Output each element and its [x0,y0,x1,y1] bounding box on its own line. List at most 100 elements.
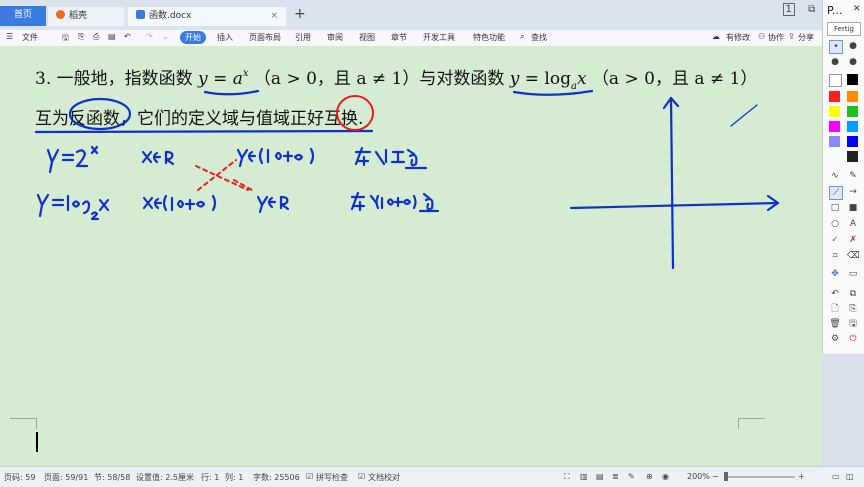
dot-xlarge-icon[interactable]: ● [847,56,859,68]
line-tool-icon[interactable]: ⟋ [829,186,843,200]
web-view-icon[interactable]: ⊕ [646,472,653,481]
status-setting[interactable]: 设置值: 2.5厘米 [136,472,194,483]
spellcheck-icon[interactable]: ☑ [306,472,313,481]
tab-home[interactable]: 首页 [0,6,46,26]
tab-document-label: 函数.docx [149,11,192,21]
move-icon[interactable]: ✥ [829,268,841,280]
badge-count[interactable]: 1 [782,3,795,16]
more-icon[interactable]: ⌄ [162,32,169,41]
ellipse-tool-icon[interactable]: ○ [829,218,841,230]
zoom-out-button[interactable]: − [712,472,719,481]
search-icon[interactable]: ⌕ [520,32,524,42]
status-words[interactable]: 字数: 25506 [253,472,300,483]
check-icon[interactable]: ✓ [829,234,841,246]
color-green[interactable] [847,106,858,117]
panel-close-icon[interactable]: ✕ [853,4,861,14]
color-cyan[interactable] [847,121,858,132]
cloud-icon: ☁ [712,32,720,41]
menu-reference[interactable]: 引用 [295,32,311,43]
pencil-icon[interactable]: ✎ [847,170,859,182]
page-corner-mark [10,418,37,429]
tab-daoke[interactable]: 稻壳 [48,7,124,26]
menu-collab[interactable]: 协作 [768,32,784,43]
status-proofread[interactable]: 文档校对 [368,472,400,483]
menu-search[interactable]: 查找 [531,32,547,43]
menu-features[interactable]: 特色功能 [473,32,505,43]
status-spellcheck[interactable]: 拼写检查 [316,472,348,483]
read-mode-icon[interactable]: ▥ [580,472,588,481]
split-view-icon[interactable]: ◫ [846,472,854,481]
exit-icon[interactable]: ⏻ [847,333,859,345]
arrow-tool-icon[interactable]: → [847,186,859,198]
tab-document[interactable]: 函数.docx × [128,7,286,26]
color-magenta[interactable] [829,121,840,132]
minus-icon[interactable]: ▭ [847,268,859,280]
dot-large-icon[interactable]: ● [829,56,841,68]
curve-tool-icon[interactable]: ∿ [829,170,841,182]
math-line-2: 互为反函数，它们的定义域与值域正好互换. [35,104,363,129]
menu-view[interactable]: 视图 [359,32,375,43]
edit-view-icon[interactable]: ✎ [628,472,635,481]
color-light-blue[interactable] [829,136,840,147]
layers-icon[interactable]: ⧉ [847,288,859,300]
export-icon[interactable]: ⎘ [78,32,84,42]
track-changes-label[interactable]: 有修改 [726,32,750,43]
save-pen-icon[interactable]: 🖫 [847,318,859,330]
page-icon[interactable]: 🗋 [829,303,841,315]
dot-small-icon[interactable]: • [829,40,843,54]
menu-insert[interactable]: 插入 [217,32,233,43]
color-dark[interactable] [847,151,858,162]
color-yellow[interactable] [829,106,840,117]
undo-pen-icon[interactable]: ↶ [829,288,841,300]
copy-icon[interactable]: ⎘ [847,303,859,315]
cross-icon[interactable]: ✗ [847,234,859,246]
menu-review[interactable]: 审阅 [327,32,343,43]
preview-icon[interactable]: ▤ [108,32,116,41]
color-white[interactable] [829,74,842,87]
undo-icon[interactable]: ↶ [124,32,131,41]
print-icon[interactable]: ⎙ [93,32,99,42]
eye-protect-icon[interactable]: ◉ [662,472,669,481]
log-symbol: log [544,69,571,89]
crop-icon[interactable]: ⌗ [829,250,841,262]
zoom-slider[interactable] [725,476,795,478]
color-red[interactable] [829,91,840,102]
share-icon: ⇪ [788,32,795,41]
color-black[interactable] [847,74,858,85]
dot-medium-icon[interactable]: ● [847,40,859,52]
pen-mode-button[interactable]: Fertig [827,22,861,36]
hamburger-icon[interactable]: ☰ [6,32,13,41]
zoom-slider-knob[interactable] [724,472,728,481]
color-blue[interactable] [847,136,858,147]
rect-tool-icon[interactable]: □ [829,202,841,214]
menu-chapter[interactable]: 章节 [391,32,407,43]
delete-icon[interactable]: 🗑 [829,318,841,330]
condition-1: （a > 0，且 a ≠ 1） [253,69,420,89]
menu-devtools[interactable]: 开发工具 [423,32,455,43]
fit-window-icon[interactable]: ▭ [832,472,840,481]
fullscreen-icon[interactable]: ⛶ [564,472,570,482]
tab-close-icon[interactable]: × [270,7,278,26]
filled-rect-icon[interactable]: ■ [847,202,859,214]
restore-icon[interactable]: ⧉ [808,4,815,15]
daoke-icon [56,10,65,19]
page-view-icon[interactable]: ▤ [596,472,604,481]
save-icon[interactable]: 🖫 [62,32,69,46]
new-tab-button[interactable]: + [294,6,306,22]
redo-icon[interactable]: ↷ [146,32,153,41]
zoom-in-button[interactable]: + [798,472,805,481]
menu-share[interactable]: 分享 [798,32,814,43]
status-pages[interactable]: 页面: 59/91 [44,472,88,483]
proofread-icon[interactable]: ☑ [358,472,365,481]
color-orange[interactable] [847,91,858,102]
status-zoom[interactable]: 200% [687,472,710,481]
text-tool-icon[interactable]: A [847,218,859,230]
eraser-icon[interactable]: ⌫ [847,250,860,262]
equals2: = [524,69,539,89]
outline-view-icon[interactable]: ≣ [612,472,619,481]
menu-file[interactable]: 文件 [22,32,38,43]
menu-start[interactable]: 开始 [180,31,206,44]
var-x: x [576,69,587,89]
menu-layout[interactable]: 页面布局 [249,32,281,43]
settings-icon[interactable]: ⚙ [829,333,841,345]
